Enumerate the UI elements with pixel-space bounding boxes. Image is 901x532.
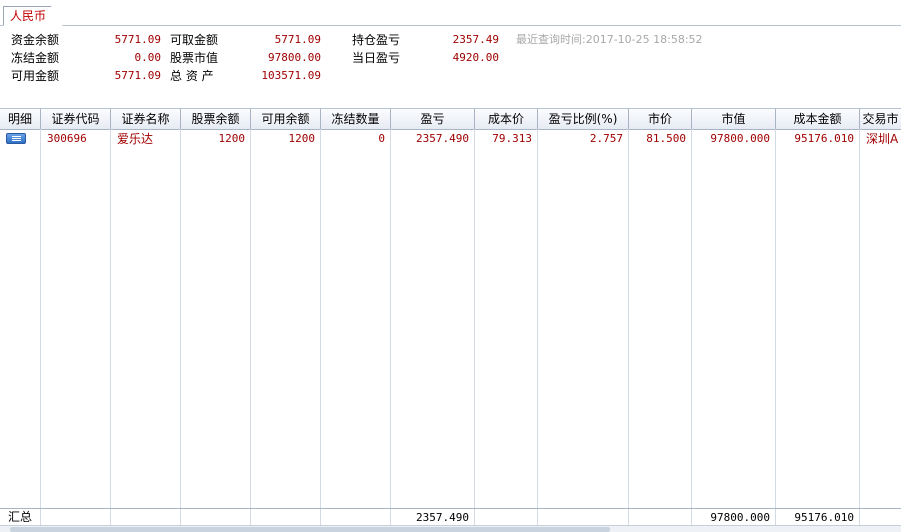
col-divider (250, 509, 251, 526)
tab-rmb[interactable]: 人民币 (3, 6, 63, 26)
col-divider (320, 129, 321, 526)
col-divider (250, 129, 251, 526)
col-divider (390, 129, 391, 526)
detail-list-icon[interactable] (6, 133, 26, 144)
col-market-value[interactable]: 市值 (692, 109, 776, 129)
scrollbar-thumb[interactable] (10, 527, 610, 532)
col-divider (40, 509, 41, 526)
col-divider (628, 129, 629, 526)
stock-value-label: 股票市值 (170, 51, 219, 65)
frozen-label: 冻结金额 (11, 51, 60, 65)
footer-pl: 2357.490 (416, 511, 469, 524)
col-divider (40, 129, 41, 526)
daily-pl-label: 当日盈亏 (352, 51, 401, 65)
cell-market-value: 97800.000 (710, 132, 770, 145)
col-divider (180, 129, 181, 526)
cell-market: 深圳A (866, 132, 899, 146)
table-row[interactable]: 300696 爱乐达 1200 1200 0 2357.490 79.313 2… (0, 130, 901, 148)
currency-tabbar: 人民币 (0, 0, 901, 26)
horizontal-scrollbar[interactable] (0, 525, 901, 532)
position-pl-label: 持仓盈亏 (352, 33, 401, 47)
col-name[interactable]: 证券名称 (111, 109, 181, 129)
cell-code: 300696 (47, 132, 87, 145)
col-divider (628, 509, 629, 526)
available-value: 5771.09 (114, 69, 161, 82)
total-assets-label: 总 资 产 (170, 69, 214, 83)
daily-pl-value: 4920.00 (452, 51, 499, 64)
col-divider (320, 509, 321, 526)
available-label: 可用金额 (11, 69, 60, 83)
position-window: 人民币 资金余额 5771.09 可取金额 5771.09 持仓盈亏 2357.… (0, 0, 901, 532)
position-pl-value: 2357.49 (452, 33, 499, 46)
col-divider (775, 129, 776, 526)
footer-cost-amount: 95176.010 (794, 511, 854, 524)
grid-header: 明细 证券代码 证券名称 股票余额 可用余额 冻结数量 盈亏 成本价 盈亏比例(… (0, 109, 901, 130)
total-assets-value: 103571.09 (261, 69, 321, 82)
stock-value-value: 97800.00 (268, 51, 321, 64)
cell-pl-ratio: 2.757 (589, 132, 623, 145)
col-divider (859, 129, 860, 526)
col-available-balance[interactable]: 可用余额 (251, 109, 321, 129)
frozen-value: 0.00 (134, 51, 162, 64)
cell-pl: 2357.490 (416, 132, 469, 145)
footer-market-value: 97800.000 (710, 511, 770, 524)
withdrawable-label: 可取金额 (170, 33, 219, 47)
cell-stock-balance: 1200 (218, 132, 246, 145)
col-divider (180, 509, 181, 526)
col-pl[interactable]: 盈亏 (391, 109, 475, 129)
col-cost-amount[interactable]: 成本金额 (776, 109, 860, 129)
col-stock-balance[interactable]: 股票余额 (181, 109, 251, 129)
col-divider (537, 129, 538, 526)
positions-grid: 明细 证券代码 证券名称 股票余额 可用余额 冻结数量 盈亏 成本价 盈亏比例(… (0, 108, 901, 526)
fund-balance-label: 资金余额 (11, 33, 60, 47)
query-time: 最近查询时间:2017-10-25 18:58:52 (516, 33, 703, 46)
cell-available-balance: 1200 (288, 132, 316, 145)
fund-balance-value: 5771.09 (114, 33, 161, 46)
account-summary: 资金余额 5771.09 可取金额 5771.09 持仓盈亏 2357.49 最… (0, 26, 901, 108)
cell-cost-amount: 95176.010 (794, 132, 854, 145)
summary-footer-row: 汇总 2357.490 97800.000 95176.010 (0, 508, 901, 526)
cell-price: 81.500 (646, 132, 686, 145)
col-divider (691, 129, 692, 526)
col-detail[interactable]: 明细 (0, 109, 41, 129)
col-divider (110, 129, 111, 526)
col-divider (474, 129, 475, 526)
col-market[interactable]: 交易市 (860, 109, 901, 129)
col-divider (110, 509, 111, 526)
withdrawable-value: 5771.09 (274, 33, 321, 46)
col-pl-ratio[interactable]: 盈亏比例(%) (538, 109, 629, 129)
col-code[interactable]: 证券代码 (41, 109, 111, 129)
cell-frozen-qty: 0 (378, 132, 385, 145)
footer-label: 汇总 (8, 510, 33, 524)
col-frozen-qty[interactable]: 冻结数量 (321, 109, 391, 129)
col-divider (537, 509, 538, 526)
cell-cost-price: 79.313 (492, 132, 532, 145)
cell-name: 爱乐达 (117, 132, 154, 146)
col-price[interactable]: 市价 (629, 109, 692, 129)
col-cost-price[interactable]: 成本价 (475, 109, 538, 129)
